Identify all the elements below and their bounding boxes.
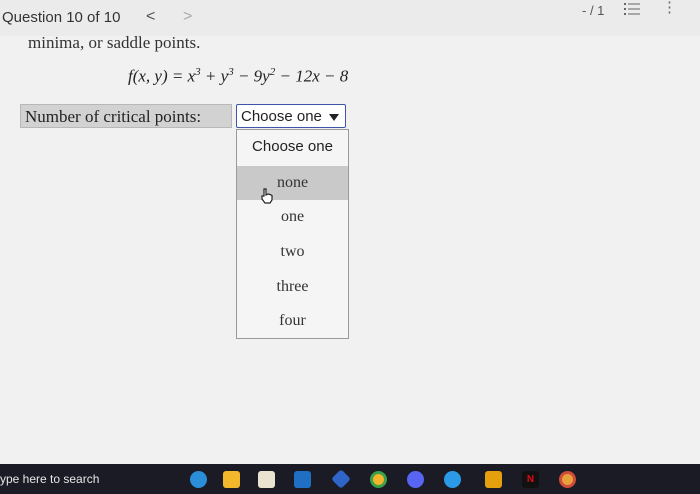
mail-icon[interactable] <box>294 471 311 488</box>
function-formula: f(x, y) = x3 + y3 − 9y2 − 12x − 8 <box>128 66 348 87</box>
previous-question-button[interactable]: < <box>146 8 155 26</box>
netflix-icon[interactable]: N <box>522 471 539 488</box>
critical-points-select[interactable]: Choose one <box>236 104 346 128</box>
discord-icon[interactable] <box>407 471 424 488</box>
question-counter: Question 10 of 10 <box>2 9 121 26</box>
formula-lhs: f(x, y) = x <box>128 66 196 86</box>
critical-points-prompt: Number of critical points: <box>20 104 232 128</box>
edge-icon[interactable] <box>190 471 207 488</box>
option-one[interactable]: one <box>237 200 348 234</box>
netflix-label: N <box>526 474 535 485</box>
option-none[interactable]: none <box>237 166 348 204</box>
caret-down-icon <box>329 114 339 121</box>
plex-icon[interactable] <box>485 471 502 488</box>
question-header: Question 10 of 10 < > - / 1 ⋮ <box>0 0 700 36</box>
windows-taskbar: ype here to search N <box>0 464 700 494</box>
formula-tail: − 12x − 8 <box>275 66 349 86</box>
file-explorer-icon[interactable] <box>223 471 240 488</box>
formula-9y-term: − 9y <box>233 66 270 86</box>
critical-points-label: Number of critical points: <box>25 107 202 126</box>
formula-y-term: + y <box>200 66 229 86</box>
question-lead-text: minima, or saddle points. <box>28 33 201 52</box>
teams-icon[interactable] <box>444 471 461 488</box>
select-value: Choose one <box>241 108 322 125</box>
option-two[interactable]: two <box>237 235 348 269</box>
taskbar-search-input[interactable]: ype here to search <box>0 472 99 486</box>
list-icon[interactable] <box>624 2 640 16</box>
chrome-icon[interactable] <box>370 471 387 488</box>
option-four[interactable]: four <box>237 304 348 338</box>
next-question-button[interactable]: > <box>183 8 192 26</box>
more-options-icon[interactable]: ⋮ <box>662 0 677 15</box>
question-body: minima, or saddle points. f(x, y) = x3 +… <box>0 33 700 464</box>
option-none-label: none <box>276 174 309 191</box>
option-choose-one[interactable]: Choose one <box>237 130 348 164</box>
critical-points-options: Choose one none one two three four <box>236 129 349 339</box>
chrome-canary-icon[interactable] <box>559 471 576 488</box>
store-icon[interactable] <box>258 471 275 488</box>
photos-icon[interactable] <box>331 469 351 489</box>
score-display: - / 1 <box>582 3 605 18</box>
option-three[interactable]: three <box>237 270 348 304</box>
